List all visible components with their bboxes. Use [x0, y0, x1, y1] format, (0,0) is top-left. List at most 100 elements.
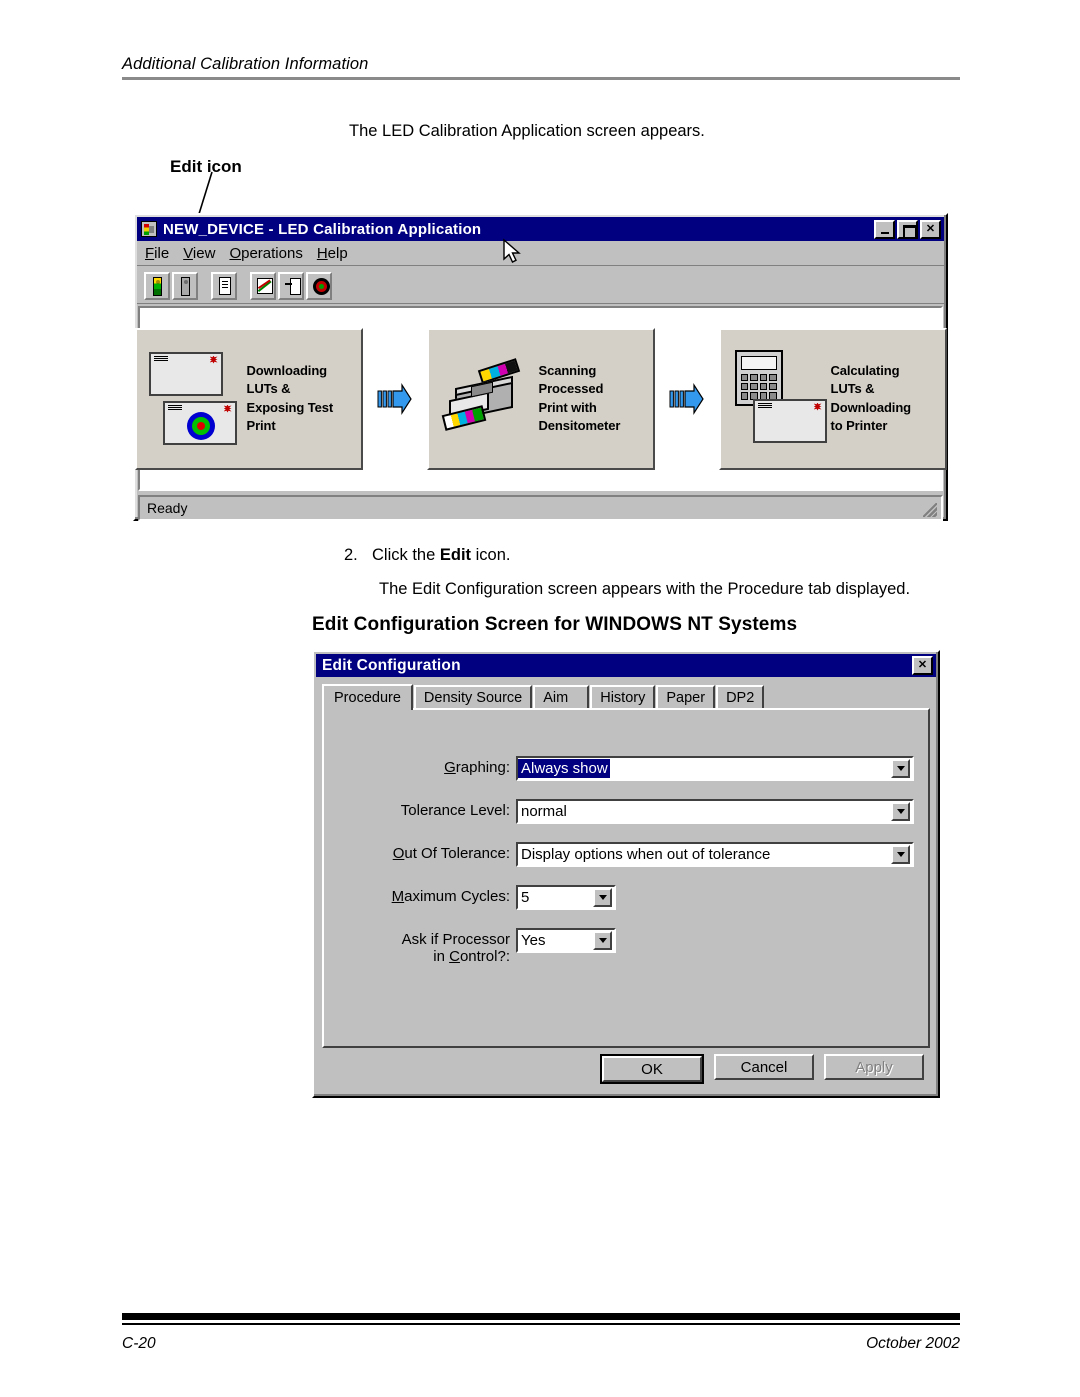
cancel-button[interactable]: Cancel	[714, 1054, 814, 1080]
step-2-text-pre: Click the	[372, 546, 440, 564]
edit-configuration-dialog[interactable]: Edit Configuration ✕ Procedure Density S…	[312, 650, 940, 1098]
maximize-button[interactable]	[897, 219, 918, 239]
edit-icon-callout-label: Edit icon	[170, 157, 242, 176]
section-title: Edit Configuration Screen for WINDOWS NT…	[312, 614, 798, 635]
field-maximum-cycles: Maximum Cycles: 5	[324, 885, 928, 910]
field-tolerance-level-label: Tolerance Level:	[400, 802, 510, 819]
download-document-icon-button[interactable]	[278, 271, 304, 300]
traffic-light-green-icon-button[interactable]	[144, 271, 170, 300]
field-out-of-tolerance: Out Of Tolerance: Display options when o…	[324, 842, 928, 867]
field-ask-if-processor-in-control: Ask if Processor in Control?: Yes	[324, 928, 928, 966]
dialog-window-controls: ✕	[912, 656, 936, 675]
field-graphing: Graphing: Always show	[324, 756, 928, 781]
out-of-tolerance-chevron-down-icon[interactable]	[891, 845, 910, 864]
header-rule	[122, 77, 960, 80]
dialog-close-button[interactable]: ✕	[912, 656, 933, 675]
dialog-titlebar: Edit Configuration ✕	[316, 654, 936, 677]
step-2-number: 2.	[344, 546, 358, 564]
led-device-icon	[141, 221, 157, 237]
tab-paper-label: Paper	[666, 689, 706, 706]
graphing-combobox[interactable]: Always show	[516, 756, 914, 781]
procedure-form: Graphing: Always show Tolerance Level: n…	[324, 756, 928, 984]
tab-dp2-label: DP2	[726, 689, 755, 706]
out-of-tolerance-value: Display options when out of tolerance	[521, 846, 771, 863]
tab-aim-label: Aim	[543, 689, 569, 706]
tab-history[interactable]: History	[590, 685, 656, 708]
graphing-value: Always show	[518, 759, 610, 778]
intro-sentence: The LED Calibration Application screen a…	[349, 122, 705, 140]
edit-document-icon-button[interactable]	[211, 271, 237, 300]
menu-operations[interactable]: Operations	[229, 245, 302, 262]
flow-arrow-1-icon	[377, 382, 412, 415]
field-tolerance-level: Tolerance Level: normal	[324, 799, 928, 824]
app-title: NEW_DEVICE - LED Calibration Application	[163, 220, 482, 238]
tab-procedure[interactable]: Procedure	[322, 684, 413, 710]
calculator-and-window-icon	[731, 344, 827, 454]
ask-if-processor-in-control-value: Yes	[521, 932, 546, 949]
maximum-cycles-chevron-down-icon[interactable]	[593, 888, 612, 907]
step-2-result: The Edit Configuration screen appears wi…	[379, 580, 911, 598]
running-header: Additional Calibration Information	[122, 55, 960, 80]
footer-rule-thin	[122, 1323, 960, 1325]
tolerance-level-combobox[interactable]: normal	[516, 799, 914, 824]
field-graphing-label: Graphing:	[444, 759, 510, 776]
field-out-of-tolerance-label: Out Of Tolerance:	[392, 845, 510, 862]
step-2-text-post: icon.	[471, 546, 511, 564]
step-2-text-bold: Edit	[439, 546, 472, 564]
maximum-cycles-combobox[interactable]: 5	[516, 885, 616, 910]
mouse-cursor-icon	[503, 238, 521, 263]
app-titlebar: NEW_DEVICE - LED Calibration Application…	[137, 217, 944, 241]
app-toolbar[interactable]	[137, 268, 944, 304]
windows-with-bullseye-icon	[147, 344, 237, 454]
field-ask-if-processor-in-control-label: Ask if Processor in Control?:	[401, 931, 510, 966]
ok-button[interactable]: OK	[602, 1056, 702, 1082]
graphing-chevron-down-icon[interactable]	[891, 759, 910, 778]
workflow-step-2-label: Scanning Processed Print with Densitomet…	[538, 362, 621, 433]
maximum-cycles-value: 5	[521, 889, 530, 906]
footer-rule-thick	[122, 1313, 960, 1320]
ask-if-processor-in-control-combobox[interactable]: Yes	[516, 928, 616, 953]
ask-if-processor-chevron-down-icon[interactable]	[593, 931, 612, 950]
page-number: C-20	[122, 1335, 156, 1352]
workflow-step-2: Scanning Processed Print with Densitomet…	[426, 327, 655, 470]
tab-aim[interactable]: Aim	[533, 685, 590, 708]
tolerance-level-value: normal	[521, 803, 567, 820]
tolerance-level-chevron-down-icon[interactable]	[891, 802, 910, 821]
workflow-diagram-area: Downloading LUTs & Exposing Test Print S…	[134, 306, 947, 491]
dialog-tabstrip[interactable]: Procedure Density Source Aim History Pap…	[322, 683, 930, 710]
procedure-tab-panel: Graphing: Always show Tolerance Level: n…	[322, 708, 930, 1048]
field-maximum-cycles-label: Maximum Cycles:	[391, 888, 510, 905]
tab-density-source[interactable]: Density Source	[413, 685, 533, 708]
tab-paper[interactable]: Paper	[656, 685, 716, 708]
tab-procedure-label: Procedure	[334, 690, 401, 706]
densitometer-scanner-icon	[439, 344, 529, 454]
status-text: Ready	[147, 500, 188, 516]
workflow-step-3-label: Calculating LUTs & Downloading to Printe…	[830, 362, 912, 433]
led-calibration-application-window[interactable]: NEW_DEVICE - LED Calibration Application…	[133, 213, 948, 521]
menu-file[interactable]: File	[145, 245, 169, 262]
app-statusbar: Ready	[138, 495, 943, 521]
tab-density-source-label: Density Source	[423, 689, 523, 706]
resize-grip[interactable]	[923, 503, 937, 517]
running-header-text: Additional Calibration Information	[122, 55, 369, 73]
tab-dp2[interactable]: DP2	[716, 685, 765, 708]
menu-view[interactable]: View	[183, 245, 215, 262]
minimize-button[interactable]	[874, 219, 895, 239]
step-2-instruction: 2. Click the Edit icon.	[344, 546, 510, 565]
workflow-step-1-label: Downloading LUTs & Exposing Test Print	[246, 362, 334, 433]
traffic-light-gray-icon-button[interactable]	[172, 271, 198, 300]
workflow-step-1: Downloading LUTs & Exposing Test Print	[134, 327, 363, 470]
graph-icon-button[interactable]	[250, 271, 276, 300]
out-of-tolerance-combobox[interactable]: Display options when out of tolerance	[516, 842, 914, 867]
tab-history-label: History	[600, 689, 646, 706]
flow-arrow-2-icon	[669, 382, 704, 415]
menu-help[interactable]: Help	[317, 245, 348, 262]
target-icon-button[interactable]	[306, 271, 332, 300]
page-date: October 2002	[866, 1335, 960, 1352]
dialog-title: Edit Configuration	[322, 656, 461, 674]
workflow-flow: Downloading LUTs & Exposing Test Print S…	[134, 327, 947, 470]
app-menubar[interactable]: File View Operations Help	[137, 242, 944, 266]
dialog-button-row: OK Cancel Apply	[314, 1054, 938, 1084]
close-button[interactable]: ✕	[920, 219, 941, 239]
workflow-step-3: Calculating LUTs & Downloading to Printe…	[718, 327, 947, 470]
